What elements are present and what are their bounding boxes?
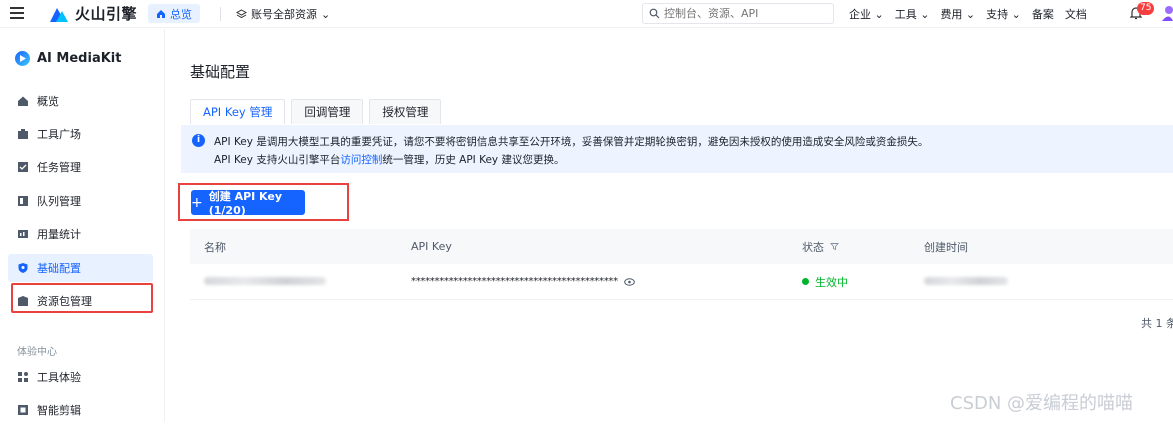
notification-badge: 75 [1137,2,1155,15]
home-label: 总览 [170,7,192,21]
api-key-masked: ****************************************… [411,276,618,287]
sidebar-item-label: 工具广场 [37,128,81,141]
sidebar-item-tools[interactable]: 工具广场 [8,120,153,148]
create-api-key-label: 创建 API Key (1/20) [208,190,283,217]
table-row: ****************************************… [190,264,1173,300]
header-name: 名称 [204,240,226,254]
queue-icon [18,196,28,206]
pagination-total: 共 1 条 [1141,317,1173,330]
sidebar-item-packages[interactable]: 资源包管理 [8,287,153,315]
chevron-down-icon: ⌄ [321,7,331,21]
sidebar-item-label: 队列管理 [37,195,81,208]
sidebar-item-label: 概览 [37,95,59,108]
header-api-key: API Key [411,240,452,253]
layers-icon [236,8,247,18]
nav-docs[interactable]: 文档 [1065,6,1087,22]
row-name-redacted [204,275,326,288]
sidebar-item-basic-config[interactable]: 基础配置 [8,254,153,282]
sidebar-item-smart-edit[interactable]: 智能剪辑 [8,396,153,424]
header-status-label: 状态 [802,240,824,254]
sidebar-item-label: 任务管理 [37,161,81,174]
package-icon [18,296,28,306]
tab-authorization[interactable]: 授权管理 [369,99,442,124]
api-key-table: 名称 API Key 状态 创建时间 *********************… [190,229,1173,300]
app-brand[interactable]: AI MediaKit [15,51,121,66]
sidebar-item-label: 工具体验 [37,371,81,384]
header-status: 状态 [802,239,839,255]
divider [220,7,221,21]
status-label: 生效中 [815,275,848,289]
nav-filing[interactable]: 备案 [1032,6,1054,22]
nav-billing[interactable]: 费用 ⌄ [940,6,975,22]
app-name: AI MediaKit [37,51,122,66]
top-nav: 企业 ⌄ 工具 ⌄ 费用 ⌄ 支持 ⌄ 备案 文档 [849,6,1087,22]
page-title: 基础配置 [190,63,251,81]
grid-icon [18,372,28,382]
tab-api-key[interactable]: API Key 管理 [190,99,286,124]
search-input[interactable] [664,7,824,20]
alert-text-2-post: 统一管理，历史 API Key 建议您更换。 [382,154,565,166]
tabs: API Key 管理 回调管理 授权管理 [190,99,447,124]
sidebar-item-label: 智能剪辑 [37,404,81,417]
sidebar-item-usage[interactable]: 用量统计 [8,220,153,248]
tab-callback[interactable]: 回调管理 [291,99,364,124]
shield-icon [18,263,28,273]
info-icon: i [192,134,205,147]
sidebar-item-tasks[interactable]: 任务管理 [8,153,153,181]
main-content: 基础配置 API Key 管理 回调管理 授权管理 i API Key 是调用大… [166,29,1173,422]
sidebar: AI MediaKit 概览 工具广场 任务管理 队列管理 用量统计 基础配置 … [0,29,165,422]
header-created-time: 创建时间 [924,240,968,254]
alert-text-2: API Key 支持火山引擎平台访问控制统一管理，历史 API Key 建议您更… [214,152,565,167]
nav-enterprise[interactable]: 企业 ⌄ [849,6,884,22]
global-search[interactable] [642,3,834,24]
sidebar-item-label: 基础配置 [37,262,81,275]
row-created-time-redacted [924,275,1008,288]
table-header: 名称 API Key 状态 创建时间 [190,229,1173,264]
search-icon [649,8,660,19]
menu-icon[interactable] [10,7,24,19]
sidebar-item-label: 资源包管理 [37,295,92,308]
status-dot-icon [802,278,809,285]
row-status: 生效中 [802,274,848,290]
logo[interactable]: 火山引擎 [48,3,137,24]
row-api-key: ****************************************… [411,276,635,287]
home-icon [157,9,165,18]
plus-icon: + [191,194,203,211]
filter-icon[interactable] [830,242,839,251]
home-button[interactable]: 总览 [148,4,200,23]
crop-icon [18,405,28,415]
home-icon [18,96,28,106]
watermark: CSDN @爱编程的喵喵 [950,393,1134,414]
top-bar: 火山引擎 总览 账号全部资源 ⌄ 企业 ⌄ 工具 ⌄ 费用 ⌄ 支持 ⌄ 备案 … [0,0,1173,28]
sidebar-item-label: 用量统计 [37,228,81,241]
sidebar-item-queues[interactable]: 队列管理 [8,187,153,215]
sidebar-item-overview[interactable]: 概览 [8,87,153,115]
avatar-icon[interactable] [1160,5,1173,21]
section-label-experience: 体验中心 [17,347,57,358]
access-control-link[interactable]: 访问控制 [340,154,382,166]
create-api-key-button[interactable]: + 创建 API Key (1/20) [191,190,305,217]
nav-tools[interactable]: 工具 ⌄ [895,6,930,22]
brand-name: 火山引擎 [75,5,138,23]
task-icon [18,162,28,172]
alert-text-1: API Key 是调用大模型工具的重要凭证，请您不要将密钥信息共享至公开环境，妥… [214,136,929,148]
account-resource-selector[interactable]: 账号全部资源 ⌄ [236,6,330,22]
play-icon [15,51,30,66]
toolbox-icon [18,129,28,139]
info-alert: i API Key 是调用大模型工具的重要凭证，请您不要将密钥信息共享至公开环境… [181,125,1173,173]
stats-icon [18,230,28,238]
sidebar-item-tool-experience[interactable]: 工具体验 [8,363,153,391]
alert-text-2-pre: API Key 支持火山引擎平台 [214,154,341,166]
nav-support[interactable]: 支持 ⌄ [986,6,1021,22]
volcano-logo-icon [50,7,68,22]
account-label: 账号全部资源 [251,8,317,21]
eye-icon[interactable] [624,277,635,286]
